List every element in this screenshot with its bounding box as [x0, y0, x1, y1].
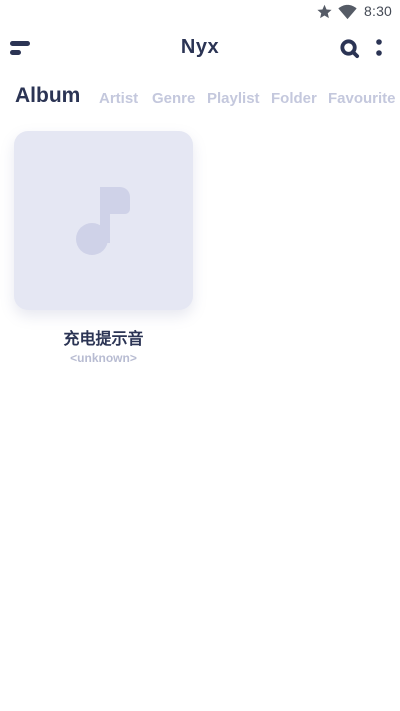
- library-tabs: Album Artist Genre Playlist Folder Favou…: [15, 84, 400, 110]
- album-artist: <unknown>: [70, 351, 137, 365]
- star-icon: [317, 4, 332, 19]
- search-icon[interactable]: [339, 38, 360, 59]
- album-art: [14, 131, 193, 310]
- status-bar: 8:30: [0, 0, 400, 24]
- tab-album[interactable]: Album: [15, 84, 80, 108]
- tab-artist[interactable]: Artist: [99, 87, 138, 110]
- music-note-icon: [76, 187, 130, 255]
- app-bar: Nyx: [0, 28, 400, 72]
- tab-favourite[interactable]: Favourite: [328, 87, 396, 110]
- tab-folder[interactable]: Folder: [271, 87, 317, 110]
- album-name: 充电提示音: [63, 329, 144, 348]
- more-icon[interactable]: [374, 38, 384, 60]
- app-screen: 8:30 Nyx Album Artist Genre Playlist Fol…: [0, 0, 400, 711]
- tab-genre[interactable]: Genre: [152, 87, 195, 110]
- status-time: 8:30: [364, 3, 393, 19]
- album-card[interactable]: 充电提示音 <unknown>: [14, 131, 193, 371]
- wifi-icon: [338, 4, 357, 20]
- tab-playlist[interactable]: Playlist: [207, 87, 260, 110]
